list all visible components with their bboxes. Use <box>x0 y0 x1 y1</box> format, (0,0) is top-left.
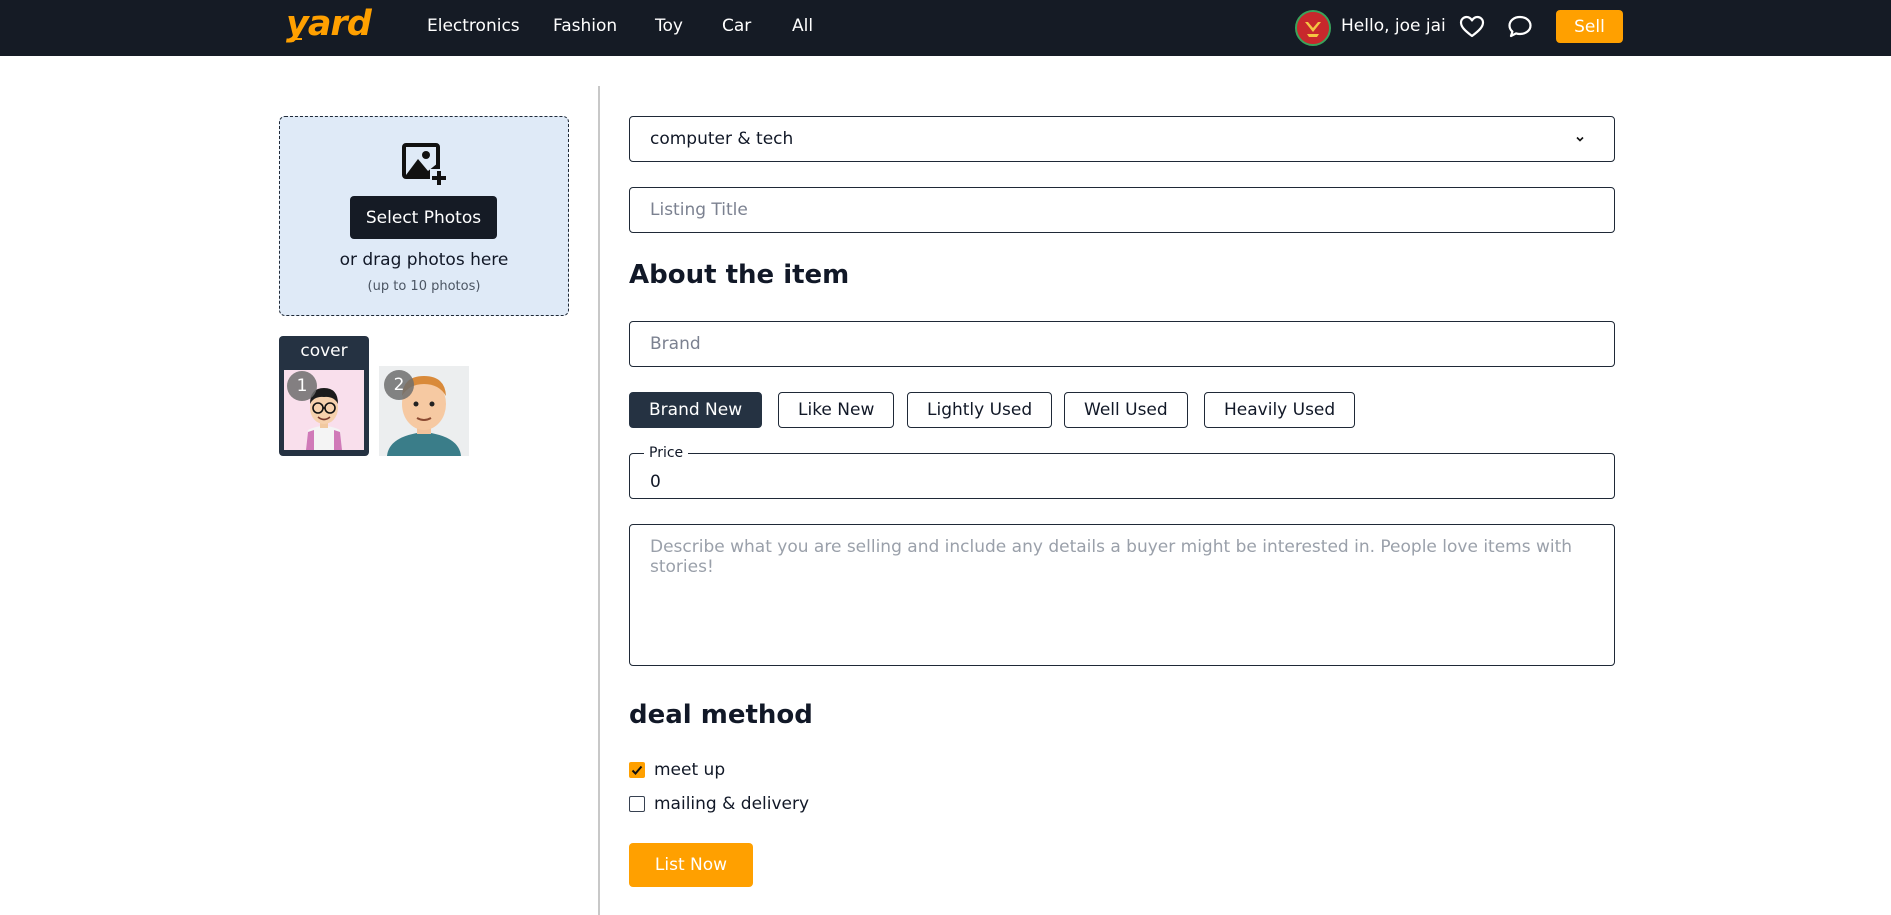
cover-thumbnail[interactable]: cover 1 <box>279 336 369 456</box>
condition-well-used[interactable]: Well Used <box>1064 392 1188 428</box>
condition-lightly-used[interactable]: Lightly Used <box>907 392 1053 428</box>
category-select[interactable]: computer & tech <box>629 116 1615 162</box>
nav-electronics[interactable]: Electronics <box>427 14 520 38</box>
column-divider <box>598 86 600 915</box>
heart-icon[interactable] <box>1458 13 1486 41</box>
avatar[interactable] <box>1295 10 1331 46</box>
nav-car[interactable]: Car <box>722 14 751 38</box>
mailing-checkbox[interactable] <box>629 796 645 812</box>
mailing-label: mailing & delivery <box>654 794 810 814</box>
nav-fashion[interactable]: Fashion <box>553 14 617 38</box>
deal-option-mailing[interactable]: mailing & delivery <box>629 794 809 814</box>
thumbnail-number-1: 1 <box>287 371 317 401</box>
listing-title-input[interactable] <box>629 187 1615 233</box>
checkmark-icon <box>631 765 642 775</box>
condition-brand-new[interactable]: Brand New <box>629 392 763 428</box>
select-photos-button[interactable]: Select Photos <box>350 196 497 239</box>
nav-all[interactable]: All <box>792 14 813 38</box>
avatar-emblem-icon <box>1297 12 1329 44</box>
meet-up-checkbox[interactable] <box>629 762 645 778</box>
price-field: Price <box>629 444 1615 499</box>
logo-arrow-icon <box>288 36 302 42</box>
deal-option-meet-up[interactable]: meet up <box>629 760 725 780</box>
condition-heavily-used[interactable]: Heavily Used <box>1204 392 1356 428</box>
thumbnail-number-2: 2 <box>384 370 414 400</box>
cover-label: cover <box>300 341 348 361</box>
description-textarea[interactable] <box>629 524 1615 666</box>
top-header: yard Electronics Fashion Toy Car All Hel… <box>0 0 1891 56</box>
add-image-icon <box>402 143 448 187</box>
nav-toy[interactable]: Toy <box>655 14 683 38</box>
drag-photos-text: or drag photos here <box>339 250 509 270</box>
photo-limit-text: (up to 10 photos) <box>367 279 481 294</box>
about-item-heading: About the item <box>629 260 850 290</box>
deal-method-heading: deal method <box>629 700 813 730</box>
condition-like-new[interactable]: Like New <box>778 392 895 428</box>
price-input[interactable] <box>630 454 1614 498</box>
photo-dropzone[interactable]: Select Photos or drag photos here (up to… <box>279 116 569 316</box>
meet-up-label: meet up <box>654 760 726 780</box>
category-value: computer & tech <box>650 129 794 149</box>
list-now-button[interactable]: List Now <box>629 843 753 887</box>
user-greeting[interactable]: Hello, joe jai <box>1341 14 1446 38</box>
brand-input[interactable] <box>629 321 1615 367</box>
chevron-down-icon <box>1576 136 1584 142</box>
sell-button[interactable]: Sell <box>1556 10 1623 43</box>
chat-icon[interactable] <box>1506 13 1534 41</box>
